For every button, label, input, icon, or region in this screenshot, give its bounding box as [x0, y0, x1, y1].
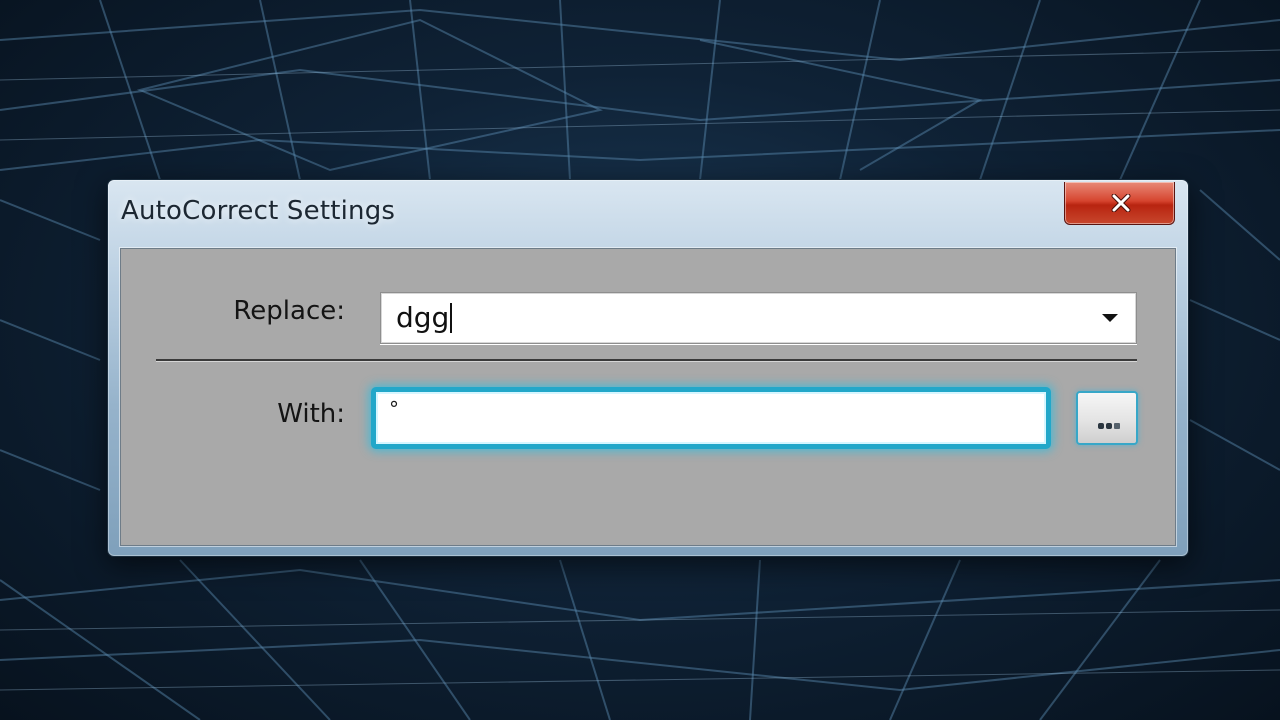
separator-line [156, 359, 1137, 362]
with-input[interactable]: ° [371, 387, 1051, 449]
close-icon [1111, 194, 1131, 212]
replace-combobox[interactable]: dgg [380, 292, 1137, 344]
dialog-title: AutoCorrect Settings [121, 196, 396, 226]
autocorrect-dialog: AutoCorrect Settings Replace: dgg With: … [107, 179, 1189, 557]
title-bar[interactable]: AutoCorrect Settings [108, 180, 1188, 246]
insert-symbol-icon [1098, 423, 1120, 429]
replace-value-text: dgg [396, 301, 450, 334]
with-label: With: [277, 399, 345, 429]
insert-symbol-button[interactable] [1076, 391, 1138, 445]
text-caret [450, 303, 453, 333]
chevron-down-icon[interactable] [1101, 313, 1119, 323]
replace-label: Replace: [233, 296, 345, 326]
with-value: ° [389, 397, 399, 421]
replace-value[interactable]: dgg [396, 301, 453, 334]
dialog-content: Replace: dgg With: ° [120, 248, 1176, 546]
close-button[interactable] [1064, 182, 1175, 225]
